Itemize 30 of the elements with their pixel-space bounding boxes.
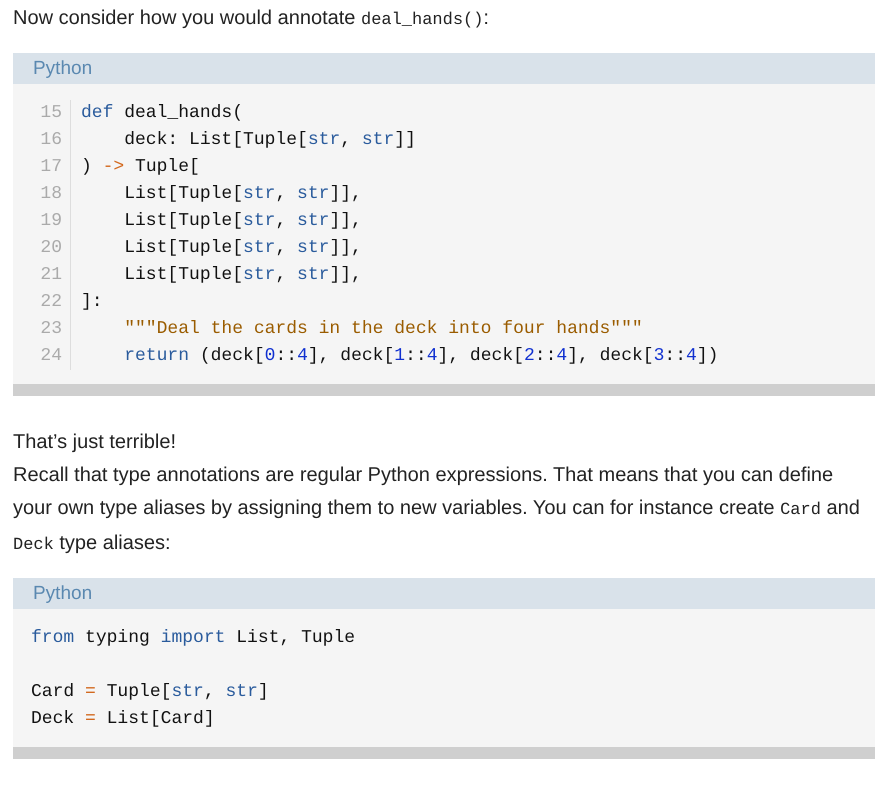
line-number: 23 [31,316,71,343]
line-number: 18 [31,181,71,208]
line-number: 20 [31,235,71,262]
code-line: """Deal the cards in the deck into four hands""" [123,318,643,341]
code-line: List[Tuple[str, str]], [123,210,362,233]
code-line: def deal_hands( [81,102,244,125]
paragraph: Recall that type annotations are regular Python expressions. That means that you can define your own type aliases by assigning them to new variables. You can for instance create Card and Deck type aliases: [13,463,861,557]
code-line: ]: [81,291,103,314]
code-line: Card = Tuple[str, str] [31,681,269,704]
line-number: 17 [31,154,71,181]
code-line: return (deck[0::4], deck[1::4], deck[2::4], deck[3::4]) [123,345,718,368]
code-line: List[Tuple[str, str]], [123,264,362,287]
line-number: 21 [31,262,71,289]
paragraph: That’s just terrible! [13,430,178,455]
line-number: 15 [31,100,71,127]
line-number: 24 [31,343,71,370]
code-line: Deck = List[Card] [31,708,215,731]
scrollbar[interactable] [13,747,875,759]
language-label: Python [13,53,875,84]
line-number: 19 [31,208,71,235]
code-line: List[Tuple[str, str]], [123,237,362,260]
code-line: List[Tuple[str, str]], [123,183,362,206]
code-line: from typing import List, Tuple [31,627,356,650]
language-label: Python [13,578,875,609]
scrollbar[interactable] [13,384,875,396]
line-number: 16 [31,127,71,154]
line-number: 22 [31,289,71,316]
code-line: deck: List[Tuple[str, str]] [123,129,416,152]
paragraph: Now consider how you would annotate deal_hands(): [13,6,490,32]
code-line: ) -> Tuple[ [81,156,200,179]
